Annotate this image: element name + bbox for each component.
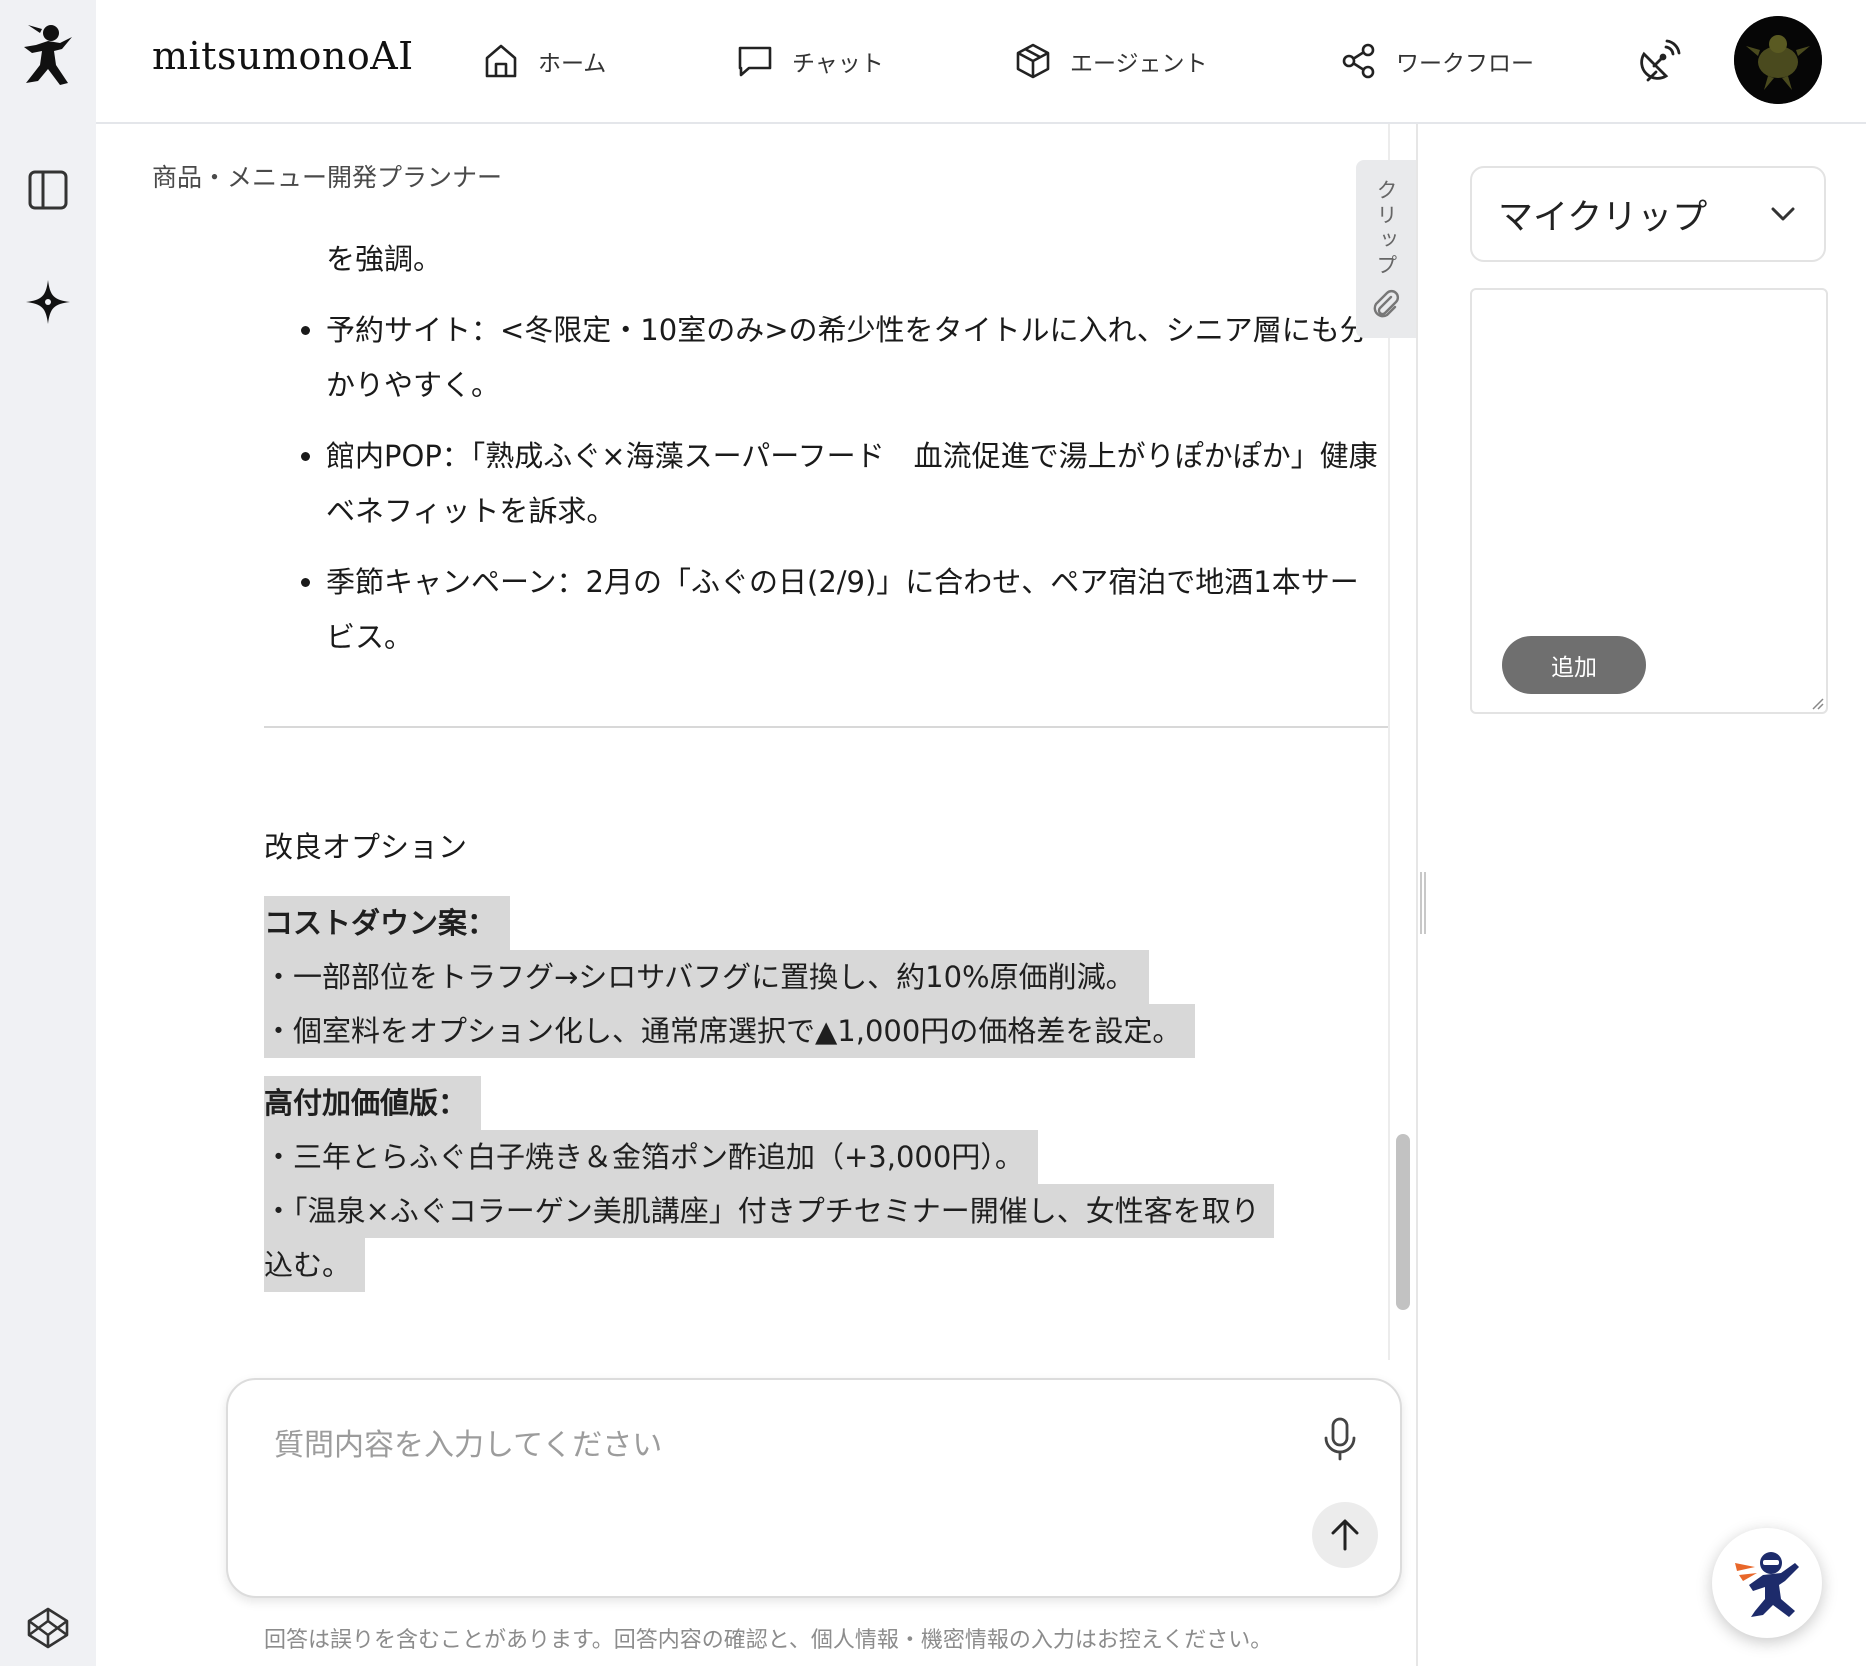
disclaimer-text: 回答は誤りを含むことがあります。回答内容の確認と、個人情報・機密情報の入力はお控… xyxy=(264,1628,1273,1653)
chevron-down-icon xyxy=(1771,207,1795,221)
clip-tab[interactable]: クリップ xyxy=(1356,160,1416,338)
cost-down-block: コストダウン案： ・一部部位をトラフグ→シロサバフグに置換し、約10%原価削減。… xyxy=(264,896,1196,1058)
top-header: mitsumonoAI ホーム チャット エージェント ワークフロー xyxy=(96,0,1866,124)
divider xyxy=(264,726,1388,728)
nav-chat[interactable]: チャット xyxy=(736,38,884,84)
nav-workflow[interactable]: ワークフロー xyxy=(1340,38,1534,84)
send-button[interactable] xyxy=(1312,1502,1378,1568)
resize-handle-icon[interactable] xyxy=(1810,696,1824,710)
sidebar-toggle-icon[interactable] xyxy=(18,160,78,220)
cost-down-heading: コストダウン案： xyxy=(264,896,511,950)
clip-textarea[interactable]: 追加 xyxy=(1470,288,1828,714)
list-item: 館内POP：「熟成ふぐ×海藻スーパーフード 血流促進で湯上がりぽかぽか」健康ベネ… xyxy=(326,429,1384,539)
clip-select[interactable]: マイクリップ xyxy=(1470,166,1826,262)
chat-input-box[interactable]: 質問内容を入力してください xyxy=(226,1378,1402,1598)
clip-select-value: マイクリップ xyxy=(1498,197,1708,238)
chat-input-placeholder[interactable]: 質問内容を入力してください xyxy=(274,1420,662,1464)
premium-heading: 高付加価値版： xyxy=(264,1076,482,1130)
chat-bubble-icon xyxy=(738,46,772,77)
premium-line: ・「温泉×ふぐコラーゲン美肌講座」付きプチセミナー開催し、女性客を取り xyxy=(264,1184,1274,1238)
nav-chat-label: チャット xyxy=(792,51,884,77)
codepen-icon[interactable] xyxy=(18,1598,78,1658)
user-avatar[interactable] xyxy=(1734,16,1822,104)
scrollbar-thumb[interactable] xyxy=(1396,1134,1410,1310)
nav-agent[interactable]: エージェント xyxy=(1014,38,1208,84)
sparkle-icon[interactable] xyxy=(18,272,78,332)
premium-line: ・三年とらふぐ白子焼き＆金箔ポン酢追加（+3,000円）。 xyxy=(264,1130,1038,1184)
chat-main: 商品・メニュー開発プランナー を強調。 予約サイト：<冬限定・10室のみ>の希少… xyxy=(96,124,1418,1360)
satellite-dish-icon[interactable] xyxy=(1636,38,1682,88)
premium-line: 込む。 xyxy=(264,1238,366,1292)
left-rail xyxy=(0,0,96,1666)
splitter-handle[interactable] xyxy=(1420,872,1426,934)
panel-splitter[interactable] xyxy=(1416,124,1418,1666)
paperclip-icon xyxy=(1373,290,1399,318)
message-continuation: を強調。 xyxy=(326,242,443,276)
brand-title[interactable]: mitsumonoAI xyxy=(152,34,414,78)
arrow-up-icon xyxy=(1331,1519,1359,1551)
premium-block: 高付加価値版： ・三年とらふぐ白子焼き＆金箔ポン酢追加（+3,000円）。 ・「… xyxy=(264,1076,1274,1292)
add-button[interactable]: 追加 xyxy=(1502,636,1646,694)
microphone-icon[interactable] xyxy=(1320,1416,1360,1466)
cube-icon xyxy=(1016,43,1050,79)
nav-home-label: ホーム xyxy=(538,51,607,77)
cost-down-line: ・個室料をオプション化し、通常席選択で▲1,000円の価格差を設定。 xyxy=(264,1004,1196,1058)
ninja-assistant-button[interactable] xyxy=(1712,1528,1822,1638)
nav-workflow-label: ワークフロー xyxy=(1396,51,1534,77)
nav-home[interactable]: ホーム xyxy=(482,38,606,84)
clip-panel: マイクリップ 追加 xyxy=(1430,124,1866,1666)
clip-tab-label: クリップ xyxy=(1374,179,1398,279)
list-item: 季節キャンペーン：2月の「ふぐの日(2/9)」に合わせ、ペア宿泊で地酒1本サービ… xyxy=(326,555,1384,665)
nav-agent-label: エージェント xyxy=(1070,51,1208,77)
ninja-logo-icon[interactable] xyxy=(18,25,78,86)
section-title: 改良オプション xyxy=(264,830,468,864)
list-item: 予約サイト：<冬限定・10室のみ>の希少性をタイトルに入れ、シニア層にも分かりや… xyxy=(326,303,1384,413)
share-nodes-icon xyxy=(1342,43,1375,79)
assistant-message: を強調。 予約サイト：<冬限定・10室のみ>の希少性をタイトルに入れ、シニア層に… xyxy=(264,184,1384,681)
bullet-list: 予約サイト：<冬限定・10室のみ>の希少性をタイトルに入れ、シニア層にも分かりや… xyxy=(264,303,1384,665)
ninja-mascot-icon xyxy=(1735,1552,1799,1617)
cost-down-line: ・一部部位をトラフグ→シロサバフグに置換し、約10%原価削減。 xyxy=(264,950,1149,1004)
home-icon xyxy=(485,44,517,78)
